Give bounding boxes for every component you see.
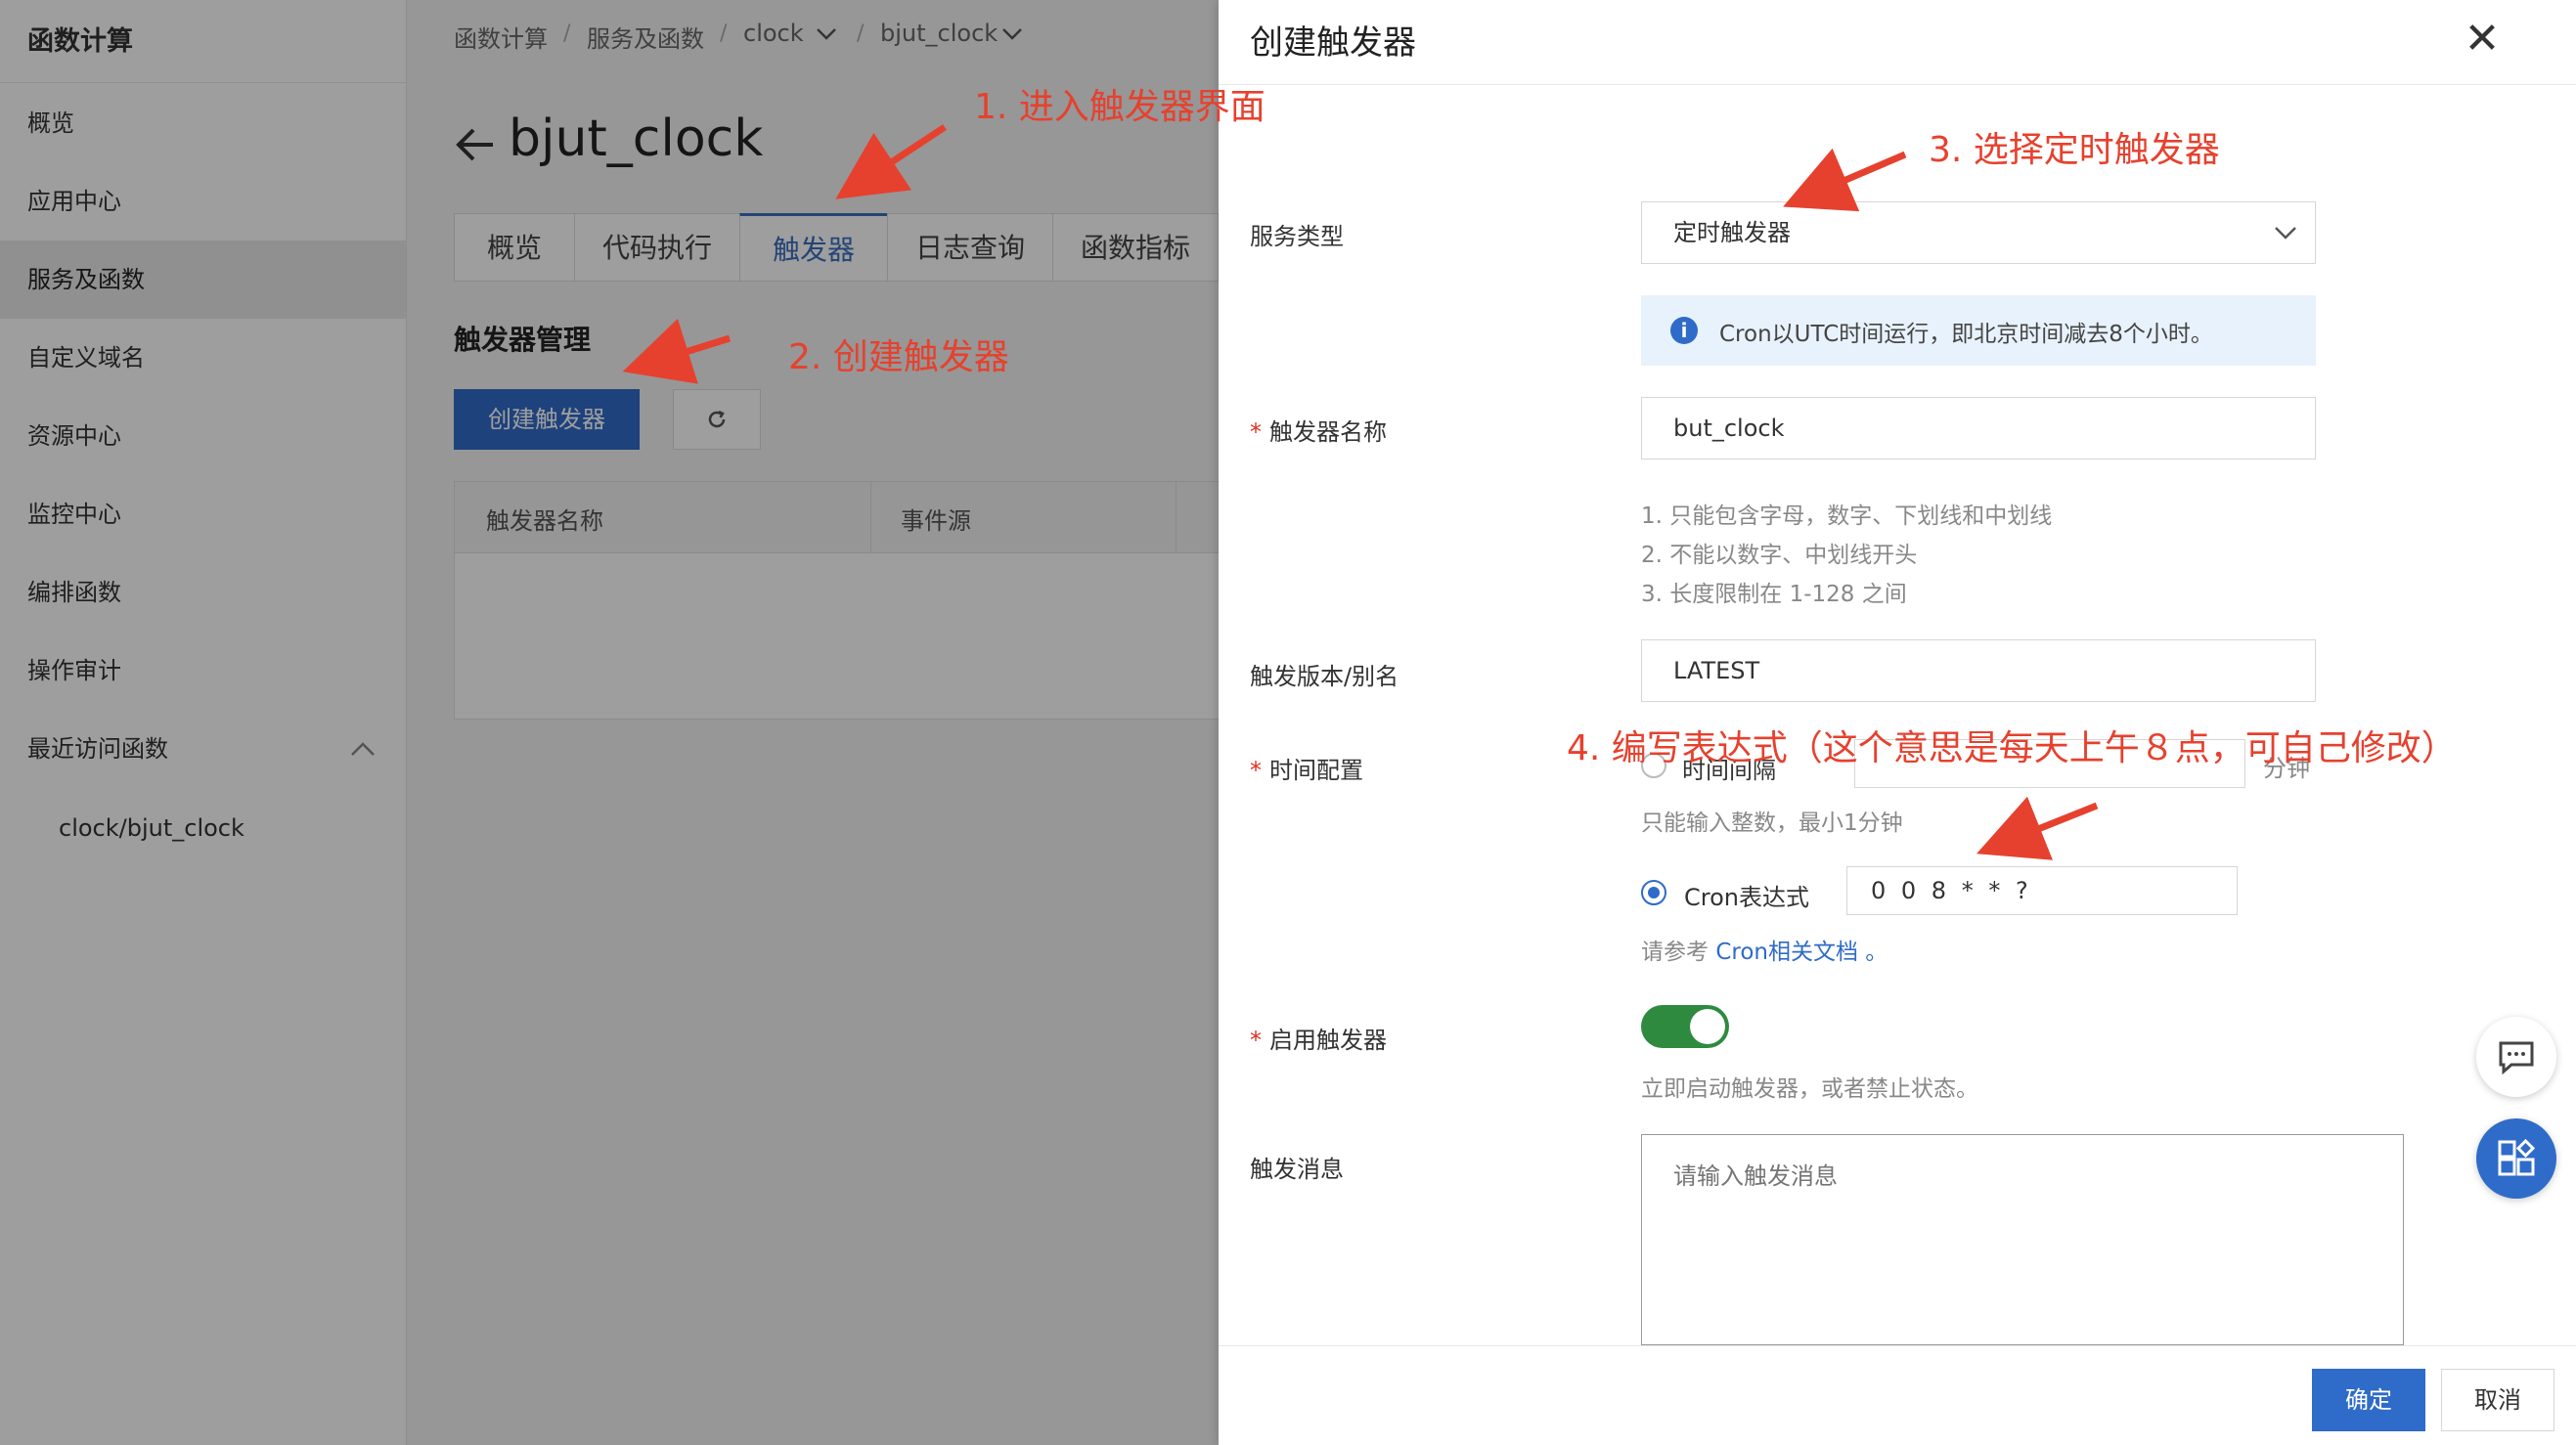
annotation-arrow-1 <box>835 124 947 199</box>
annotation-arrow-4 <box>1976 796 2099 860</box>
annotation-arrows <box>622 124 2099 860</box>
annotation-arrow-2 <box>622 318 732 384</box>
annotation-arrow-3 <box>1783 148 1907 212</box>
